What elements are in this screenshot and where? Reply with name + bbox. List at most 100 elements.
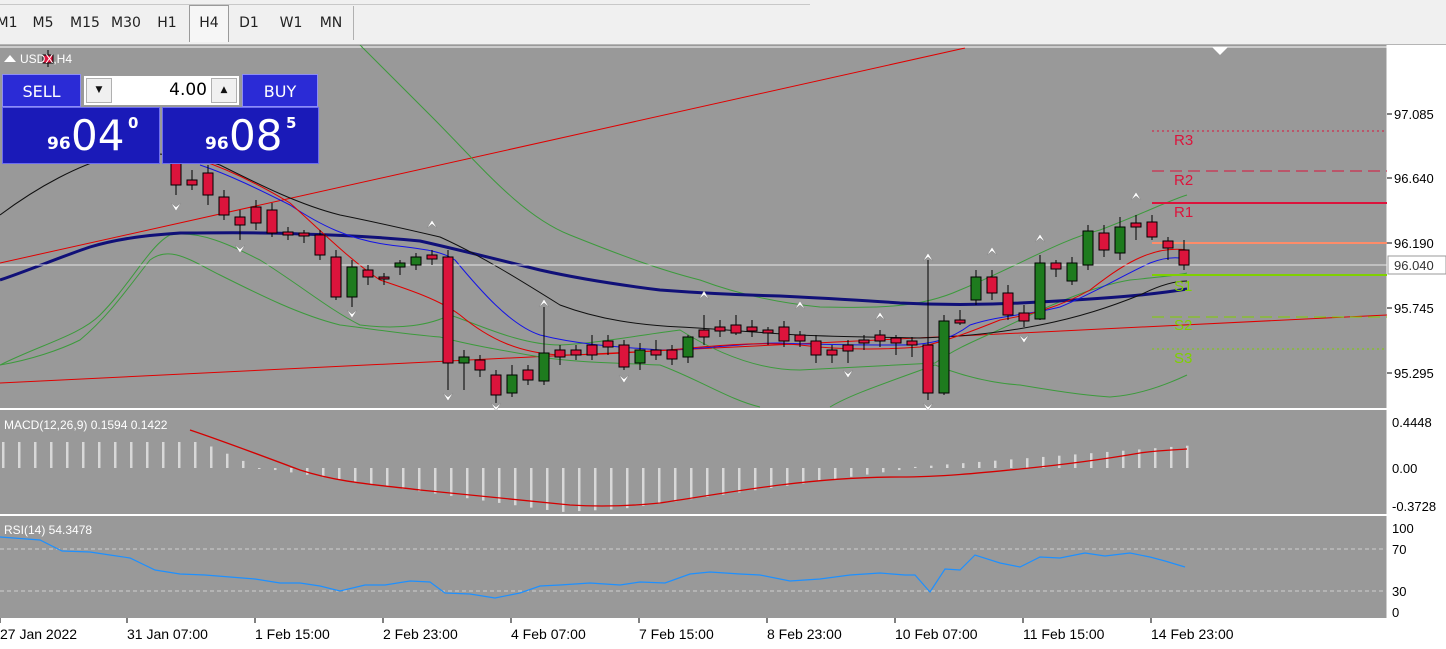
timeframe-m15[interactable]: M15 xyxy=(65,6,105,40)
time-tick-label: 31 Jan 07:00 xyxy=(127,626,208,642)
timeframe-h1[interactable]: H1 xyxy=(150,6,184,40)
macd-bar xyxy=(690,468,693,500)
macd-bar xyxy=(642,468,645,506)
macd-label: MACD(12,26,9) 0.1594 0.1422 xyxy=(4,418,168,432)
macd-bar xyxy=(50,442,53,468)
macd-bar xyxy=(610,468,613,510)
sell-price-display[interactable]: 96 04 0 xyxy=(2,107,160,164)
pivot-s2-label: S2 xyxy=(1174,317,1192,334)
macd-bar xyxy=(754,468,757,491)
buy-price-main: 08 xyxy=(229,111,283,160)
macd-bar xyxy=(594,468,597,511)
macd-bar xyxy=(66,442,69,468)
toolbar-top-strip xyxy=(0,0,810,5)
sell-price-prefix: 96 xyxy=(47,134,71,154)
rsi-tick-label: 30 xyxy=(1392,584,1406,599)
timeframe-w1[interactable]: W1 xyxy=(273,6,309,40)
pivot-r2-label: R2 xyxy=(1174,172,1193,189)
macd-bar xyxy=(738,468,741,493)
price-tick-label: 97.085 xyxy=(1394,107,1434,122)
timeframe-toolbar: M1 M5 M15 M30 H1 H4 D1 W1 MN xyxy=(0,0,1446,45)
lot-increase-icon[interactable]: ▲ xyxy=(211,78,237,103)
time-tick-label: 2 Feb 23:00 xyxy=(383,626,458,642)
macd-bar xyxy=(1058,455,1061,468)
sell-button[interactable]: SELL xyxy=(2,74,81,107)
macd-bar xyxy=(658,468,661,504)
macd-bar xyxy=(354,468,357,482)
price-scale-background xyxy=(1387,45,1446,649)
timeframe-m30[interactable]: M30 xyxy=(106,6,146,40)
candle xyxy=(938,315,950,395)
pivot-s3-label: S3 xyxy=(1174,350,1192,367)
pivot-s1-label: S1 xyxy=(1174,278,1192,295)
macd-bar xyxy=(226,453,229,468)
macd-tick-label: 0.00 xyxy=(1392,461,1417,476)
macd-bar xyxy=(370,468,373,485)
macd-bar xyxy=(434,468,437,494)
timeframe-m1[interactable]: M1 xyxy=(0,6,22,40)
macd-bar xyxy=(722,468,725,495)
macd-bar xyxy=(114,442,117,468)
macd-bar xyxy=(674,468,677,502)
timeframe-m5[interactable]: M5 xyxy=(26,6,60,40)
timeframe-d1[interactable]: D1 xyxy=(232,6,266,40)
macd-tick-label: 0.4448 xyxy=(1392,415,1432,430)
time-tick-label: 4 Feb 07:00 xyxy=(511,626,586,642)
macd-bar xyxy=(850,468,853,477)
buy-button[interactable]: BUY xyxy=(242,74,318,107)
macd-bar xyxy=(930,465,933,468)
toolbar-separator xyxy=(353,6,354,40)
macd-bar xyxy=(450,468,453,496)
macd-bar xyxy=(162,442,165,468)
buy-price-prefix: 96 xyxy=(205,134,229,154)
macd-bar xyxy=(1138,449,1141,468)
macd-bar xyxy=(786,468,789,486)
sell-price-main: 04 xyxy=(71,111,125,160)
macd-bar xyxy=(1074,454,1077,468)
time-tick-label: 10 Feb 07:00 xyxy=(895,626,978,642)
macd-bar xyxy=(578,468,581,512)
macd-bar xyxy=(898,468,901,471)
macd-bar xyxy=(274,468,277,471)
macd-bar xyxy=(210,446,213,468)
macd-bar xyxy=(914,466,917,468)
buy-price-fraction: 5 xyxy=(286,114,297,132)
rsi-tick-label: 100 xyxy=(1392,521,1414,536)
pivot-r1-label: R1 xyxy=(1174,204,1193,221)
price-tick-label: 96.190 xyxy=(1394,236,1434,251)
price-tick-label: 95.295 xyxy=(1394,366,1434,381)
price-tick-label: 95.745 xyxy=(1394,301,1434,316)
macd-bar xyxy=(34,442,37,468)
lot-decrease-icon[interactable]: ▼ xyxy=(86,78,112,103)
macd-bar xyxy=(706,468,709,497)
macd-bar xyxy=(178,442,181,468)
macd-bar xyxy=(402,468,405,489)
macd-bar xyxy=(130,442,133,468)
lot-size-value[interactable]: 4.00 xyxy=(116,76,207,105)
macd-bar xyxy=(866,468,869,475)
time-tick-label: 11 Feb 15:00 xyxy=(1023,626,1105,642)
time-tick-label: 14 Feb 23:00 xyxy=(1151,626,1234,642)
macd-bar xyxy=(258,468,261,469)
buy-price-display[interactable]: 96 08 5 xyxy=(162,107,319,164)
macd-bar xyxy=(978,461,981,468)
time-tick-label: 8 Feb 23:00 xyxy=(767,626,842,642)
candle xyxy=(618,340,630,370)
macd-bar xyxy=(98,442,101,468)
lot-size-field[interactable]: ▼ 4.00 ▲ xyxy=(83,75,240,106)
candle xyxy=(330,250,342,300)
timeframe-mn[interactable]: MN xyxy=(313,6,349,40)
macd-bar xyxy=(418,468,421,492)
rsi-label: RSI(14) 54.3478 xyxy=(4,523,92,537)
macd-bar xyxy=(626,468,629,509)
current-price-label: 96.040 xyxy=(1394,258,1434,273)
macd-bar xyxy=(546,468,549,510)
timeframe-h4[interactable]: H4 xyxy=(189,5,229,42)
chart-title: USDX,H4 xyxy=(20,52,72,66)
macd-bar xyxy=(18,442,21,468)
macd-bar xyxy=(946,464,949,468)
rsi-tick-label: 70 xyxy=(1392,542,1406,557)
macd-tick-label: -0.3728 xyxy=(1392,499,1436,514)
macd-bar xyxy=(1026,458,1029,468)
time-tick-label: 27 Jan 2022 xyxy=(0,626,77,642)
